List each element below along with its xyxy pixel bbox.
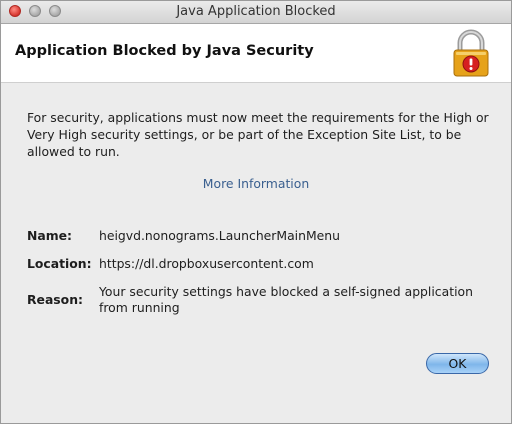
location-label: Location: — [27, 256, 92, 271]
java-blocked-dialog: Java Application Blocked Application Blo… — [0, 0, 512, 424]
security-message: For security, applications must now meet… — [27, 110, 489, 159]
location-value: https://dl.dropboxusercontent.com — [99, 256, 314, 271]
name-label: Name: — [27, 228, 73, 243]
ok-button[interactable]: OK — [426, 353, 489, 374]
header-title: Application Blocked by Java Security — [15, 43, 314, 59]
reason-label: Reason: — [27, 292, 83, 307]
title-bar: Java Application Blocked — [1, 1, 511, 24]
dialog-header: Application Blocked by Java Security — [1, 24, 511, 83]
name-value: heigvd.nonograms.LauncherMainMenu — [99, 228, 340, 243]
padlock-warning-icon — [453, 29, 489, 77]
more-information-link[interactable]: More Information — [1, 176, 511, 191]
reason-value: Your security settings have blocked a se… — [99, 284, 473, 315]
window-title: Java Application Blocked — [176, 4, 336, 19]
